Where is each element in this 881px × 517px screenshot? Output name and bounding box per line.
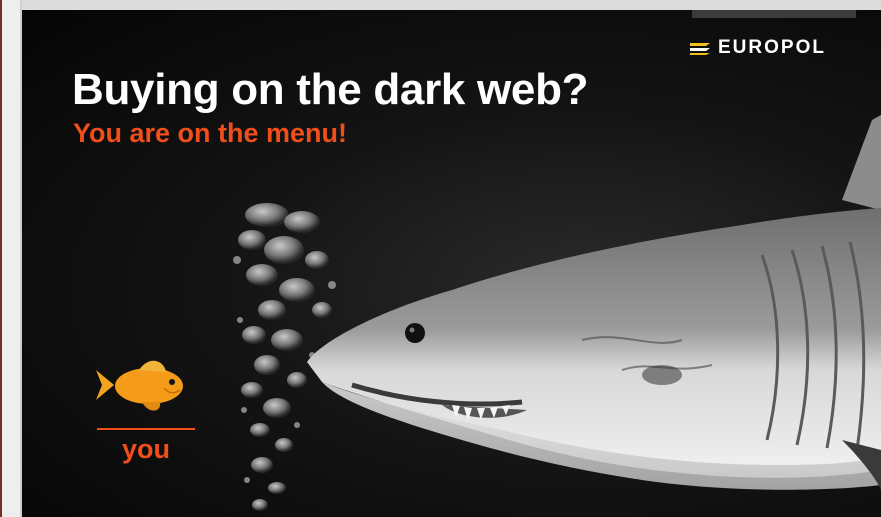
europol-logo-icon	[690, 43, 710, 55]
window-edge	[0, 0, 22, 517]
fish-label-divider	[97, 428, 195, 430]
screenshot-frame: you Buying on the dark web? You are on t…	[0, 0, 881, 517]
europol-logo-text: EUROPOL	[718, 37, 826, 58]
goldfish-illustration	[94, 350, 194, 425]
goldfish-icon	[96, 360, 183, 411]
fish-label: you	[121, 434, 170, 464]
poster-subheadline: You are on the menu!	[73, 118, 348, 148]
europol-poster: you Buying on the dark web? You are on t…	[22, 10, 881, 517]
poster-headline: Buying on the dark web?	[72, 65, 589, 114]
europol-logo: EUROPOL	[690, 37, 826, 59]
